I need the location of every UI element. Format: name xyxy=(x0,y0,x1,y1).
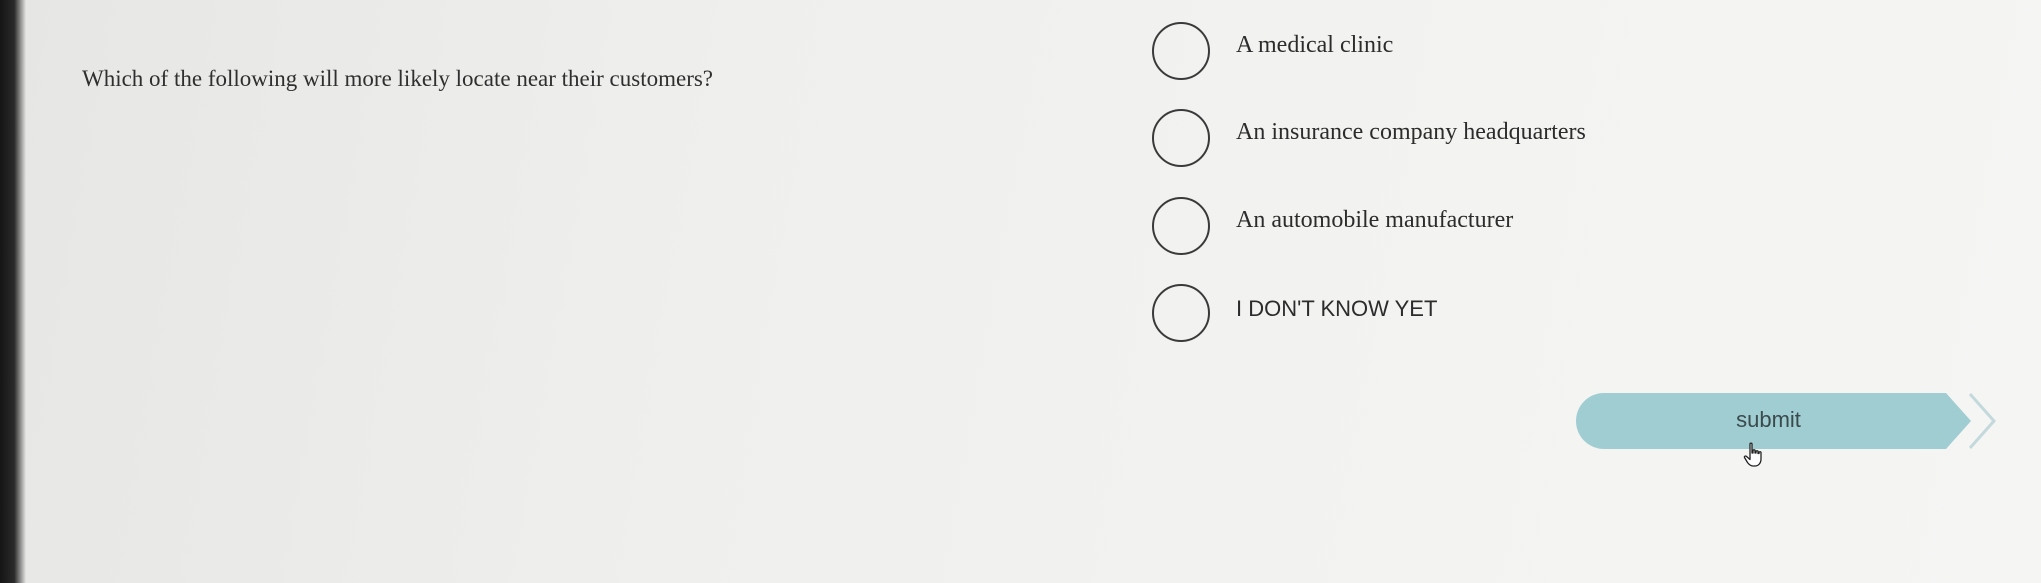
option-dont-know[interactable]: I DON'T KNOW YET xyxy=(1152,284,1712,350)
radio-circle-icon[interactable] xyxy=(1152,109,1210,167)
chevron-right-icon xyxy=(1968,393,1996,449)
option-label: A medical clinic xyxy=(1236,32,1394,58)
screen-edge-shadow xyxy=(0,0,26,583)
option-insurance-hq[interactable]: An insurance company headquarters xyxy=(1152,109,1712,175)
option-medical-clinic[interactable]: A medical clinic xyxy=(1152,22,1712,88)
option-label: An automobile manufacturer xyxy=(1236,207,1514,233)
submit-area: submit xyxy=(1576,393,1996,449)
hand-pointer-icon xyxy=(1743,442,1762,467)
submit-label: submit xyxy=(1736,407,1801,432)
submit-button[interactable]: submit xyxy=(1576,393,1971,449)
option-label: I DON'T KNOW YET xyxy=(1236,296,1438,321)
option-automobile-manufacturer[interactable]: An automobile manufacturer xyxy=(1152,197,1712,263)
question-text: Which of the following will more likely … xyxy=(82,66,714,91)
radio-circle-icon[interactable] xyxy=(1152,22,1210,80)
option-label: An insurance company headquarters xyxy=(1236,119,1586,145)
radio-circle-icon[interactable] xyxy=(1152,284,1210,342)
radio-circle-icon[interactable] xyxy=(1152,197,1210,255)
